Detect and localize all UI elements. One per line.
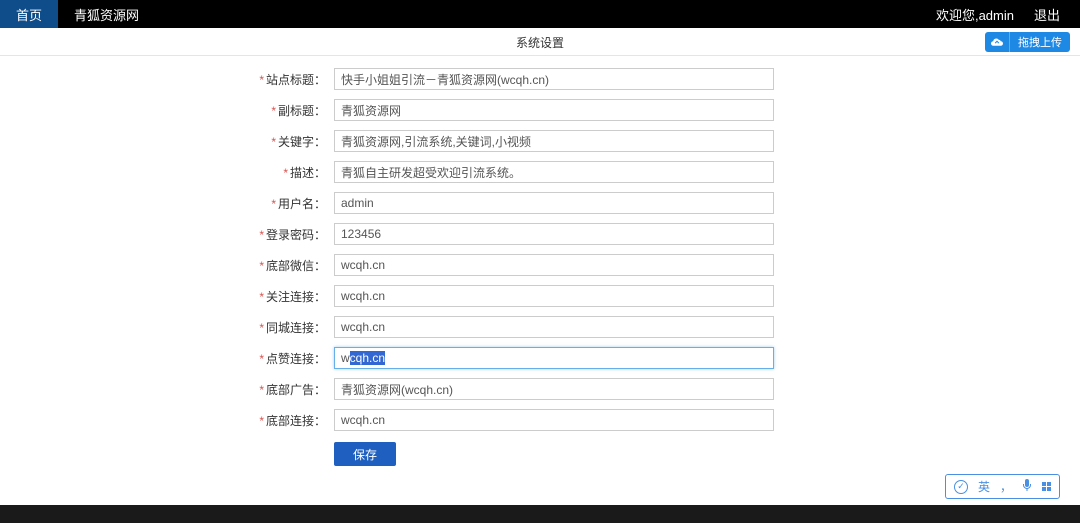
browser-statusbar	[0, 505, 1080, 523]
form-label: 描述：	[20, 164, 334, 181]
form-row: 描述：	[20, 159, 1060, 185]
ime-mic-icon[interactable]	[1022, 479, 1032, 494]
form-row: 关键字：	[20, 128, 1060, 154]
form-label: 副标题：	[20, 102, 334, 119]
top-navbar: 首页 青狐资源网 欢迎您,admin 退出	[0, 0, 1080, 28]
form-input[interactable]	[334, 254, 774, 276]
form-label: 关键字：	[20, 133, 334, 150]
form-label: 用户名：	[20, 195, 334, 212]
cloud-upload-icon	[985, 32, 1010, 52]
page-header: 系统设置 拖拽上传	[0, 30, 1080, 56]
form-row: 用户名：	[20, 190, 1060, 216]
form-row: 底部连接：	[20, 407, 1060, 433]
ime-toolbar[interactable]: ✓ 英 ，	[945, 474, 1060, 499]
form-label: 点赞连接：	[20, 350, 334, 367]
form-input[interactable]	[334, 316, 774, 338]
form-label: 底部连接：	[20, 412, 334, 429]
form-input[interactable]	[334, 130, 774, 152]
form-label: 同城连接：	[20, 319, 334, 336]
logout-link[interactable]: 退出	[1034, 5, 1060, 24]
form-input[interactable]	[334, 378, 774, 400]
ime-punct[interactable]: ，	[1000, 478, 1012, 495]
upload-button[interactable]: 拖拽上传	[985, 32, 1070, 52]
nav-home[interactable]: 首页	[0, 0, 58, 28]
form-label: 底部广告：	[20, 381, 334, 398]
form-input[interactable]	[334, 347, 774, 369]
topbar-left: 首页 青狐资源网	[0, 0, 155, 28]
form-input[interactable]	[334, 409, 774, 431]
welcome-text: 欢迎您,admin	[936, 5, 1014, 24]
form-label: 底部微信：	[20, 257, 334, 274]
form-row: 副标题：	[20, 97, 1060, 123]
form-row: 同城连接：	[20, 314, 1060, 340]
form-label: 登录密码：	[20, 226, 334, 243]
form-input[interactable]	[334, 99, 774, 121]
upload-label: 拖拽上传	[1010, 34, 1070, 50]
ime-grid-icon[interactable]	[1042, 482, 1051, 491]
form-row: 登录密码：	[20, 221, 1060, 247]
form-label: 关注连接：	[20, 288, 334, 305]
form-input[interactable]	[334, 223, 774, 245]
ime-lang[interactable]: 英	[978, 478, 990, 495]
form-input[interactable]	[334, 285, 774, 307]
form-input[interactable]	[334, 192, 774, 214]
form-row: 底部微信：	[20, 252, 1060, 278]
nav-brand[interactable]: 青狐资源网	[58, 0, 155, 28]
form-row: 关注连接：	[20, 283, 1060, 309]
topbar-right: 欢迎您,admin 退出	[936, 0, 1080, 28]
save-button[interactable]: 保存	[334, 442, 396, 466]
form-row: 底部广告：	[20, 376, 1060, 402]
form-row: 点赞连接：	[20, 345, 1060, 371]
form-input[interactable]	[334, 68, 774, 90]
page-title: 系统设置	[516, 34, 564, 51]
form-row: 站点标题：	[20, 66, 1060, 92]
form-input[interactable]	[334, 161, 774, 183]
settings-form: 站点标题： 副标题： 关键字： 描述： 用户名： 登录密码： 底部微信： 关注连接： 同城连接：…	[0, 56, 1080, 466]
ime-logo-icon: ✓	[954, 480, 968, 494]
form-label: 站点标题：	[20, 71, 334, 88]
